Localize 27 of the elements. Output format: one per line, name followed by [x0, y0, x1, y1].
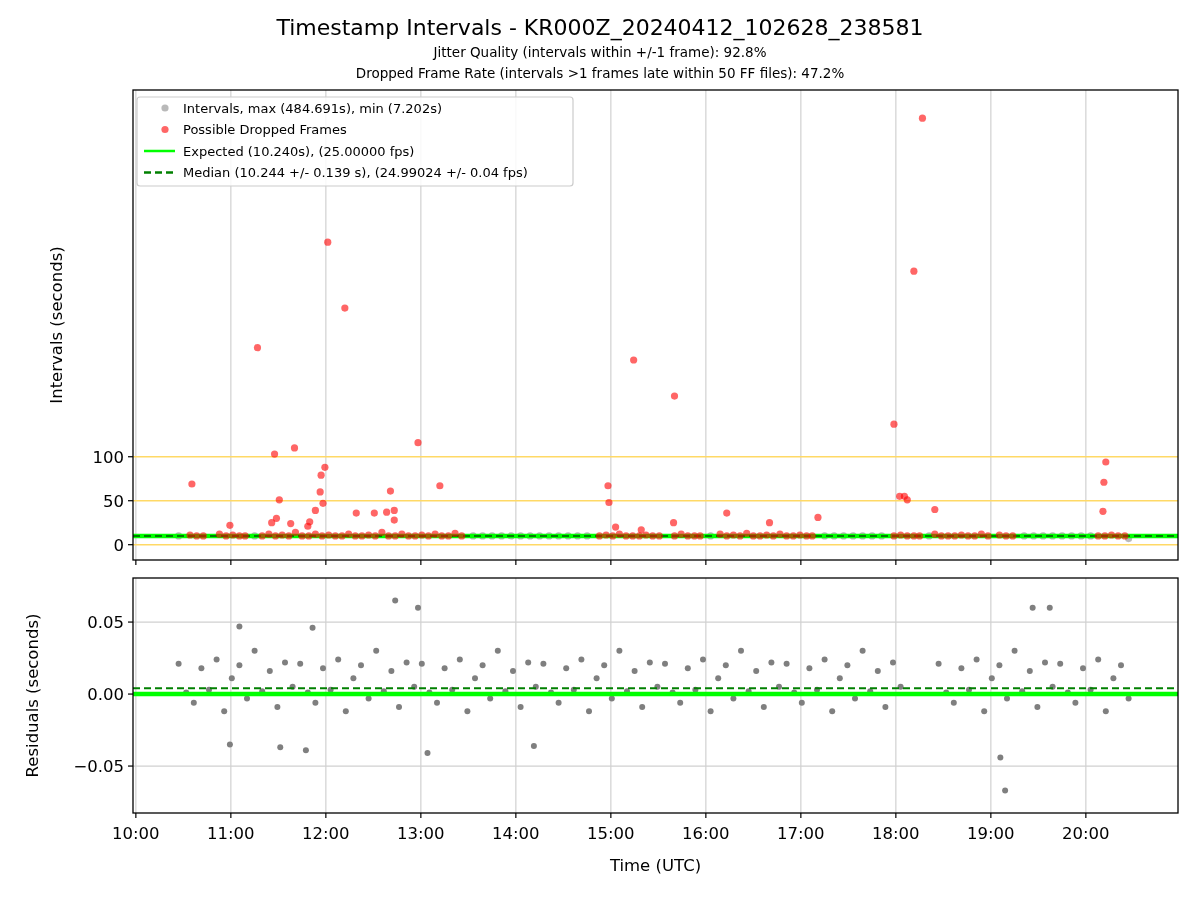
tick-label: 14:00	[492, 824, 540, 843]
tick-label: 15:00	[587, 824, 635, 843]
tick-label: 11:00	[207, 824, 255, 843]
tick-label: 0	[113, 535, 124, 555]
legend-label: Possible Dropped Frames	[183, 122, 347, 137]
tick-label: 20:00	[1062, 824, 1110, 843]
legend-label: Median (10.244 +/- 0.139 s), (24.99024 +/- 0.04 fps)	[183, 165, 528, 180]
axis-label: Time (UTC)	[609, 856, 702, 875]
tick-label: 18:00	[872, 824, 920, 843]
legend-label: Expected (10.240s), (25.00000 fps)	[183, 143, 415, 159]
tick-label: 10:00	[112, 824, 160, 843]
axis-label: Residuals (seconds)	[23, 613, 42, 778]
tick-label: 50	[103, 491, 124, 511]
figure-subtitle: Dropped Frame Rate (intervals >1 frames late within 50 FF files): 47.2%	[355, 64, 845, 83]
tick-label: 0.00	[87, 685, 124, 705]
figure-title: Timestamp Intervals - KR000Z_20240412_102628_238581	[276, 14, 924, 42]
axis-label: Intervals (seconds)	[47, 246, 66, 404]
tick-label: −0.05	[73, 757, 124, 777]
figure-subtitle: Jitter Quality (intervals within +/-1 frame): 92.8%	[433, 43, 767, 62]
tick-label: 17:00	[777, 824, 825, 843]
tick-label: 16:00	[682, 824, 730, 843]
tick-label: 13:00	[397, 824, 445, 843]
tick-label: 19:00	[967, 824, 1015, 843]
tick-label: 0.05	[87, 613, 124, 633]
legend-label: Intervals, max (484.691s), min (7.202s)	[183, 100, 442, 116]
tick-label: 100	[92, 447, 124, 467]
tick-label: 12:00	[302, 824, 350, 843]
